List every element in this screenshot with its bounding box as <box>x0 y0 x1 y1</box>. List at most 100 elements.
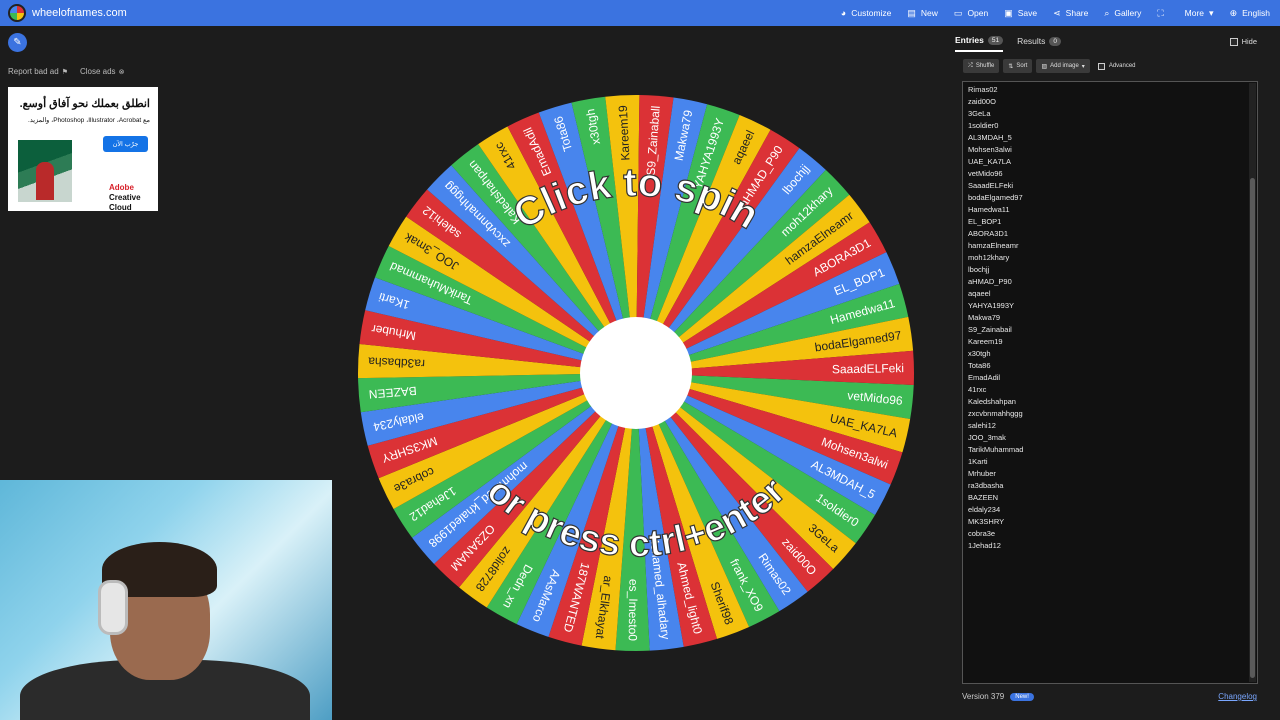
list-item[interactable]: cobra3e <box>968 528 1252 540</box>
list-item[interactable]: Hamedwa11 <box>968 204 1252 216</box>
close-circle-icon: ⊗ <box>118 69 125 76</box>
wheel[interactable]: vetMido96 UAE_KA7LA Mohsen3alwi AL3MDAH_5 1s… <box>356 93 946 653</box>
entries-textarea[interactable]: Rimas02 zaid00O 3GeLa 1soldier0 AL3MDAH_5 Moh… <box>962 81 1258 684</box>
save-icon: ▣ <box>1004 7 1013 18</box>
hide-toggle[interactable]: Hide <box>1229 37 1257 46</box>
nav-new-button[interactable]: ▤ New <box>907 8 938 18</box>
close-ads-link[interactable]: Close ads ⊗ <box>80 67 124 76</box>
list-item[interactable]: ra3dbasha <box>968 480 1252 492</box>
nav-label: English <box>1242 8 1270 18</box>
list-item[interactable]: BAZEEN <box>968 492 1252 504</box>
list-item[interactable]: zxcvbnmahhggg <box>968 408 1252 420</box>
list-item[interactable]: JOO_3mak <box>968 432 1252 444</box>
edit-pencil-button[interactable]: ✎ <box>8 33 27 52</box>
wheel-segment-label: ra3dbasha <box>368 354 426 370</box>
wheel-svg[interactable]: vetMido96UAE_KA7LAMohsen3alwiAL3MDAH_51s… <box>356 93 946 653</box>
list-item[interactable]: aqaeel <box>968 288 1252 300</box>
nav-more-button[interactable]: More ▾ <box>1185 8 1214 18</box>
list-item[interactable]: hamzaElneamr <box>968 240 1252 252</box>
list-item[interactable]: lbochjj <box>968 264 1252 276</box>
list-item[interactable]: aHMAD_P90 <box>968 276 1252 288</box>
nav-customize-button[interactable]: ◕ Customize <box>841 8 892 18</box>
chevron-down-icon: ▾ <box>1209 7 1214 18</box>
ad-image <box>18 140 72 202</box>
report-bad-ad-link[interactable]: Report bad ad ⚑ <box>8 67 68 76</box>
list-item[interactable]: 3GeLa <box>968 108 1252 120</box>
entries-panel: Entries 51 Results 0 Hide ⤮ Shuffle ⇅ Sort ▨ A… <box>955 30 1267 710</box>
palette-icon: ◕ <box>840 7 847 18</box>
list-item[interactable]: Kareem19 <box>968 336 1252 348</box>
list-item[interactable]: Mohsen3alwi <box>968 144 1252 156</box>
list-item[interactable]: SaaadELFeki <box>968 180 1252 192</box>
list-item[interactable]: MK3SHRY <box>968 516 1252 528</box>
nav-english-button[interactable]: ⊕ English <box>1230 8 1270 18</box>
version-info: Version 379 New! <box>962 692 1034 701</box>
ad-cta-button[interactable]: جرّب الآن <box>103 136 148 152</box>
webcam-overlay <box>0 480 332 720</box>
wheel-segment-label: Kareem19 <box>616 105 633 161</box>
nav-label: New <box>920 8 938 18</box>
list-item[interactable]: eldaly234 <box>968 504 1252 516</box>
list-item[interactable]: 41rxc <box>968 384 1252 396</box>
advanced-toggle[interactable]: Advanced <box>1097 62 1136 70</box>
share-icon: ⋖ <box>1053 7 1061 18</box>
add-image-button[interactable]: ▨ Add image ▾ <box>1036 59 1090 73</box>
tab-entries[interactable]: Entries 51 <box>955 30 1004 52</box>
list-item[interactable]: zaid00O <box>968 96 1252 108</box>
list-item[interactable]: AL3MDAH_5 <box>968 132 1252 144</box>
list-item[interactable]: moh12khary <box>968 252 1252 264</box>
entries-scrollbar[interactable] <box>1249 83 1256 682</box>
wheel-center[interactable] <box>580 317 692 429</box>
nav-label: Gallery <box>1114 8 1142 18</box>
nav-share-button[interactable]: ⋖ Share <box>1053 8 1088 18</box>
nav-label: Customize <box>851 8 892 18</box>
tab-results[interactable]: Results 0 <box>1017 30 1062 52</box>
wheel-segment-label: SaaadELFeki <box>832 361 904 376</box>
list-item[interactable]: UAE_KA7LA <box>968 156 1252 168</box>
nav-open-button[interactable]: ▭ Open <box>954 8 988 18</box>
list-item[interactable]: Rimas02 <box>968 84 1252 96</box>
folder-icon: ▭ <box>953 7 963 18</box>
entry-list: Rimas02 zaid00O 3GeLa 1soldier0 AL3MDAH_5 Moh… <box>968 84 1252 552</box>
list-item[interactable]: 1soldier0 <box>968 120 1252 132</box>
list-item[interactable]: TarikMuhammad <box>968 444 1252 456</box>
list-item[interactable]: x30tgh <box>968 348 1252 360</box>
list-item[interactable]: YAHYA1993Y <box>968 300 1252 312</box>
list-item[interactable]: Mrhuber <box>968 468 1252 480</box>
list-item[interactable]: Tota86 <box>968 360 1252 372</box>
scroll-thumb[interactable] <box>1250 178 1255 678</box>
list-item[interactable]: salehi12 <box>968 420 1252 432</box>
list-item[interactable]: 1Jehad12 <box>968 540 1252 552</box>
site-title[interactable]: wheelofnames.com <box>32 7 127 19</box>
wheel-logo-icon[interactable] <box>8 4 26 22</box>
hide-checkbox[interactable] <box>1229 37 1238 46</box>
shuffle-button[interactable]: ⤮ Shuffle <box>963 59 1000 73</box>
list-item[interactable]: Kaledshahpan <box>968 396 1252 408</box>
nav-label: Open <box>967 8 989 18</box>
changelog-link[interactable]: Changelog <box>1218 692 1257 701</box>
image-icon: ▨ <box>1041 63 1048 70</box>
ad-headline: انطلق بعملك نحو آفاق أوسع. <box>19 98 150 110</box>
nav-label: Share <box>1065 8 1089 18</box>
nav-save-button[interactable]: ▣ Save <box>1004 8 1037 18</box>
advertisement[interactable]: انطلق بعملك نحو آفاق أوسع. مع Photoshop … <box>8 87 158 212</box>
list-item[interactable]: S9_Zainabail <box>968 324 1252 336</box>
list-item[interactable]: bodaElgamed97 <box>968 192 1252 204</box>
advanced-checkbox[interactable] <box>1097 62 1105 70</box>
list-item[interactable]: Makwa79 <box>968 312 1252 324</box>
chevron-down-icon: ▾ <box>1081 63 1085 70</box>
list-item[interactable]: EmadAdil <box>968 372 1252 384</box>
nav-fullscreen-button[interactable]: ⛶ <box>1157 8 1168 18</box>
list-item[interactable]: ABORA3D1 <box>968 228 1252 240</box>
new-badge: New! <box>1010 692 1034 701</box>
list-item[interactable]: 1Karti <box>968 456 1252 468</box>
list-item[interactable]: EL_BOP1 <box>968 216 1252 228</box>
tab-count-badge: 0 <box>1049 36 1062 46</box>
list-item[interactable]: vetMido96 <box>968 168 1252 180</box>
top-nav: ◕ Customize ▤ New ▭ Open ▣ Save ⋖ Share ⌕ Gallery ⛶ M… <box>841 0 1270 26</box>
search-icon: ⌕ <box>1104 7 1110 18</box>
wheel-segment-label: es_Imesto0 <box>626 579 641 642</box>
nav-gallery-button[interactable]: ⌕ Gallery <box>1104 8 1141 18</box>
ad-links: Report bad ad ⚑ Close ads ⊗ <box>8 67 124 76</box>
sort-button[interactable]: ⇅ Sort <box>1003 59 1033 73</box>
